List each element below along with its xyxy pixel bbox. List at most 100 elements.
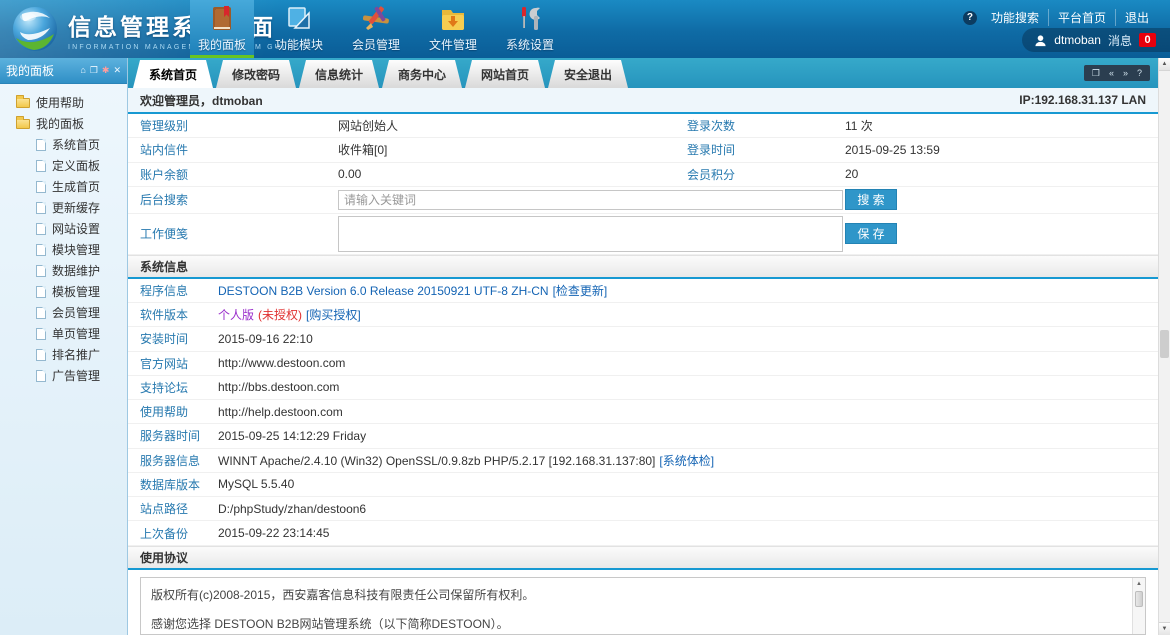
pin-icon[interactable]: ✱ [102,66,110,75]
sysinfo-row-site-path: 站点路径 D:/phpStudy/zhan/destoon6 [128,497,1158,521]
sidebar-item-generate-home[interactable]: 生成首页 [0,176,127,197]
check-update-link[interactable]: [检查更新] [553,284,608,298]
sidebar-item-ranking-promo[interactable]: 排名推广 [0,344,127,365]
restore-icon[interactable]: ❐ [90,66,98,75]
file-icon [36,265,46,277]
field-value: MySQL 5.5.40 [218,477,1158,491]
sysinfo-row-database: 数据库版本 MySQL 5.5.40 [128,473,1158,497]
tab-toolbar: ❐ « » ? [1084,65,1150,81]
field-value: D:/phpStudy/zhan/destoon6 [218,502,1158,516]
sidebar-item-page-manage[interactable]: 单页管理 [0,323,127,344]
pencil-brush-icon [360,4,392,34]
field-label: 管理级别 [128,117,338,134]
sidebar-item-site-settings[interactable]: 网站设置 [0,218,127,239]
sidebar-item-define-panel[interactable]: 定义面板 [0,155,127,176]
nav-item-my-panel[interactable]: 我的面板 [190,0,254,58]
scroll-up-icon[interactable]: ▲ [1133,578,1145,590]
scroll-up-icon[interactable]: ▲ [1159,58,1170,71]
tab-info-stats[interactable]: 信息统计 [299,60,379,88]
function-search-link[interactable]: 功能搜索 [982,9,1048,26]
nav-item-settings[interactable]: 系统设置 [498,0,562,58]
next-tab-icon[interactable]: » [1123,69,1128,78]
sidebar-item-update-cache[interactable]: 更新缓存 [0,197,127,218]
system-check-link[interactable]: [系统体检] [659,454,714,468]
file-icon [36,286,46,298]
top-header: 信息管理系统界面 INFORMATION MANAGEMENT SYSTEM G… [0,0,1170,58]
user-icon [1034,34,1047,47]
message-label[interactable]: 消息 [1108,32,1132,49]
save-button[interactable]: 保 存 [845,223,897,244]
file-icon [36,349,46,361]
tab-system-home[interactable]: 系统首页 [133,60,213,88]
sidebar-tree: 使用帮助 我的面板 系统首页 定义面板 生成首页 更新缓存 网站设置 模块管理 … [0,84,127,386]
tab-help-icon[interactable]: ? [1137,69,1142,78]
sidebar-item-label: 系统首页 [52,136,100,153]
field-label: 站点路径 [128,500,218,517]
file-icon [36,181,46,193]
edition-link[interactable]: 个人版 [218,308,254,322]
agreement-scrollbar[interactable]: ▲ [1132,578,1145,634]
logout-link[interactable]: 退出 [1115,9,1158,26]
book-icon [206,4,238,34]
sidebar-item-data-maintenance[interactable]: 数据维护 [0,260,127,281]
welcome-bar: 欢迎管理员，dtmoban IP:192.168.31.137 LAN [128,88,1158,114]
panel-row-balance: 账户余额 0.00 会员积分 20 [128,163,1158,187]
panel-row-mail: 站内信件 收件箱[0] 登录时间 2015-09-25 13:59 [128,138,1158,162]
backend-search-input[interactable] [338,190,843,210]
sidebar-item-label: 更新缓存 [52,199,100,216]
username[interactable]: dtmoban [1054,33,1101,47]
field-value: 网站创始人 [338,117,675,134]
agreement-header: 使用协议 [128,546,1158,570]
scrollbar-thumb[interactable] [1160,330,1169,358]
scroll-down-icon[interactable]: ▼ [1159,622,1170,635]
tab-site-home[interactable]: 网站首页 [465,60,545,88]
file-icon [36,328,46,340]
sidebar-item-ad-manage[interactable]: 广告管理 [0,365,127,386]
field-label: 支持论坛 [128,379,218,396]
agreement-box: 版权所有(c)2008-2015，西安嘉客信息科技有限责任公司保留所有权利。 感… [140,577,1146,635]
tools-settings-icon [514,4,546,34]
search-button[interactable]: 搜 索 [845,189,897,210]
nav-item-modules[interactable]: 功能模块 [267,0,331,58]
panel-row-note: 工作便笺 保 存 [128,214,1158,255]
tab-safe-exit[interactable]: 安全退出 [548,60,628,88]
nav-item-members[interactable]: 会员管理 [344,0,408,58]
close-icon[interactable]: ✕ [113,66,121,75]
sidebar-folder-my-panel[interactable]: 我的面板 [0,113,127,134]
work-note-textarea[interactable] [338,216,843,252]
inbox-link[interactable]: 收件箱[0] [338,141,675,158]
panel-icon[interactable]: ❐ [1092,69,1100,78]
prev-tab-icon[interactable]: « [1109,69,1114,78]
sidebar-item-label: 模块管理 [52,241,100,258]
field-label: 服务器信息 [128,452,218,469]
field-label: 登录次数 [675,117,845,134]
server-info-value: WINNT Apache/2.4.10 (Win32) OpenSSL/0.9.… [218,454,655,468]
nav-item-label: 我的面板 [198,36,246,53]
message-count-badge[interactable]: 0 [1139,33,1156,47]
sidebar-item-template-manage[interactable]: 模板管理 [0,281,127,302]
sidebar-item-system-home[interactable]: 系统首页 [0,134,127,155]
field-label: 工作便笺 [128,225,338,242]
scrollbar-thumb[interactable] [1135,591,1143,607]
tab-business-center[interactable]: 商务中心 [382,60,462,88]
sidebar-item-module-manage[interactable]: 模块管理 [0,239,127,260]
nav-item-files[interactable]: 文件管理 [421,0,485,58]
platform-home-link[interactable]: 平台首页 [1048,9,1115,26]
sidebar-title: 我的面板 [6,62,80,79]
field-label: 会员积分 [675,166,845,183]
field-label: 软件版本 [128,306,218,323]
field-label: 上次备份 [128,525,218,542]
sysinfo-row-edition: 软件版本 个人版(未授权)[购买授权] [128,303,1158,327]
program-info-link[interactable]: DESTOON B2B Version 6.0 Release 20150921… [218,284,549,298]
sidebar-item-member-manage[interactable]: 会员管理 [0,302,127,323]
sysinfo-row-install-time: 安装时间 2015-09-16 22:10 [128,327,1158,351]
buy-license-link[interactable]: [购买授权] [306,308,361,322]
home-icon[interactable]: ⌂ [80,66,85,75]
tab-change-password[interactable]: 修改密码 [216,60,296,88]
page-scrollbar[interactable]: ▲ ▼ [1158,58,1170,635]
sidebar-item-label: 模板管理 [52,283,100,300]
field-label: 程序信息 [128,282,218,299]
sidebar-folder-help[interactable]: 使用帮助 [0,92,127,113]
user-pill[interactable]: dtmoban 消息 0 [1022,28,1170,52]
official-site-url: http://www.destoon.com [218,356,1158,370]
